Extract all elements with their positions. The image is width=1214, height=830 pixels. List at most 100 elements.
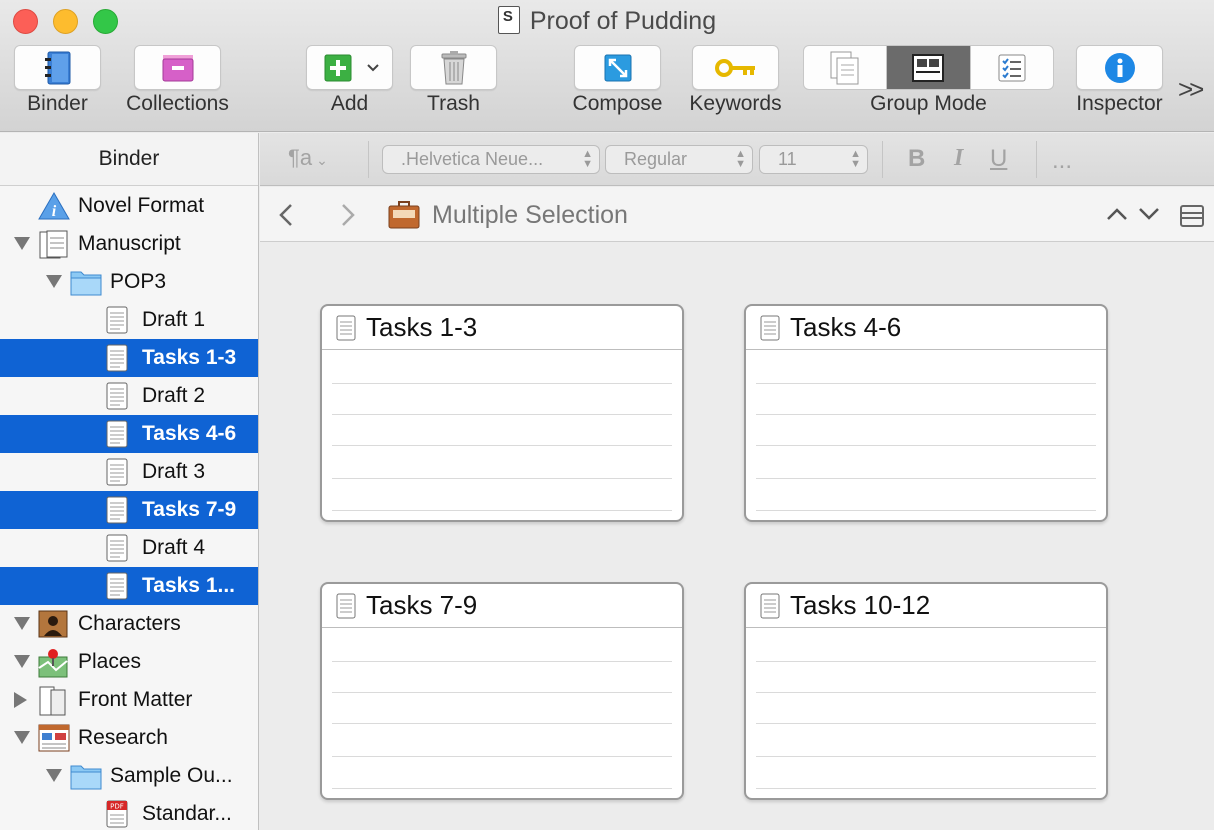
keywords-toolbar-button[interactable] [692,45,779,90]
bold-button[interactable]: B [908,145,925,173]
document-icon [336,593,356,619]
corkboard-mode-button[interactable] [887,46,971,89]
chevron-down-icon[interactable] [1138,207,1160,221]
binder-item[interactable]: Manuscript [0,225,258,263]
scrivener-document-icon [497,6,520,34]
binder-item[interactable]: Research [0,719,258,757]
updown-arrows-icon: ▲ ▼ [850,148,861,170]
binder-item[interactable]: Front Matter [0,681,258,719]
format-bar: ¶a ⌄ .Helvetica Neue... ▲ ▼ Regular ▲ ▼ 11 … [260,133,1214,186]
disclosure-triangle-expanded-icon[interactable] [14,237,30,250]
card-rule [756,661,1096,662]
binder-item-label: Manuscript [78,232,181,255]
collections-toolbar-label: Collections [126,92,229,115]
card-rule [756,478,1096,479]
folder-icon [70,268,102,296]
card-rule [756,788,1096,789]
index-card-title[interactable]: Tasks 10-12 [746,584,1106,628]
card-rule [756,445,1096,446]
index-card-title[interactable]: Tasks 7-9 [322,584,682,628]
document-icon [106,458,134,486]
italic-button[interactable]: I [954,145,963,172]
outliner-mode-button[interactable] [971,46,1053,89]
binder-item[interactable]: Draft 4 [0,529,258,567]
card-title-text: Tasks 4-6 [790,312,902,342]
card-rule [332,478,672,479]
window-title: Proof of Pudding [0,6,1214,36]
index-card[interactable]: Tasks 4-6 [744,304,1108,522]
paragraph-style-button[interactable]: ¶a ⌄ [288,145,328,171]
binder-item-label: Sample Ou... [110,764,233,787]
binder-item-label: Tasks 7-9 [142,498,237,521]
collections-toolbar-button[interactable] [134,45,221,90]
binder-item-label: Draft 1 [142,308,206,331]
binder-item-label: Draft 2 [142,384,206,407]
inspector-toolbar-button[interactable] [1076,45,1163,90]
disclosure-triangle-expanded-icon[interactable] [14,731,30,744]
research-icon [38,724,70,752]
index-card-title[interactable]: Tasks 4-6 [746,306,1106,350]
disclosure-triangle-collapsed-icon[interactable] [14,692,27,708]
index-card[interactable]: Tasks 1-3 [320,304,684,522]
binder-item[interactable]: POP3 [0,263,258,301]
binder-item[interactable]: Tasks 4-6 [0,415,258,453]
binder-item[interactable]: Tasks 1-3 [0,339,258,377]
index-card[interactable]: Tasks 7-9 [320,582,684,800]
document-icon [336,315,356,341]
font-style-select[interactable]: Regular ▲ ▼ [605,145,753,174]
split-editor-icon[interactable] [1180,205,1204,227]
window-toolbar: Proof of Pudding Binder Collections Add [0,0,1214,132]
inspector-toolbar-label: Inspector [1076,92,1163,115]
disclosure-triangle-expanded-icon[interactable] [14,655,30,668]
toolbar-overflow-chevron-icon[interactable]: >> [1178,74,1204,105]
card-rule [756,756,1096,757]
back-arrow-icon[interactable] [278,203,294,227]
card-rule [332,445,672,446]
add-toolbar-button[interactable] [306,45,393,90]
index-card-title[interactable]: Tasks 1-3 [322,306,682,350]
card-title-text: Tasks 7-9 [366,590,478,620]
manuscript-icon [38,230,68,259]
disclosure-triangle-expanded-icon[interactable] [46,275,62,288]
binder-item[interactable]: Characters [0,605,258,643]
divider [882,141,883,178]
scrivenings-mode-button[interactable] [804,46,888,89]
binder-item[interactable]: PDF Standar... [0,795,258,830]
trash-icon [441,50,466,84]
binder-item-label: Research [78,726,168,749]
card-rule [332,788,672,789]
trash-toolbar-label: Trash [427,92,480,115]
binder-item[interactable]: Sample Ou... [0,757,258,795]
card-rule [332,661,672,662]
disclosure-triangle-expanded-icon[interactable] [46,769,62,782]
card-rule [332,414,672,415]
document-icon [106,382,134,410]
underline-button[interactable]: U [990,145,1007,173]
compose-toolbar-button[interactable] [574,45,661,90]
binder-item-label: Draft 3 [142,460,206,483]
binder-item[interactable]: Draft 2 [0,377,258,415]
card-rule [332,383,672,384]
key-icon [714,58,755,77]
font-family-select[interactable]: .Helvetica Neue... ▲ ▼ [382,145,600,174]
binder-toolbar-button[interactable] [14,45,101,90]
binder-item[interactable]: Tasks 7-9 [0,491,258,529]
binder-item[interactable]: Draft 1 [0,301,258,339]
font-size-select[interactable]: 11 ▲ ▼ [759,145,868,174]
disclosure-triangle-expanded-icon[interactable] [14,617,30,630]
index-card[interactable]: Tasks 10-12 [744,582,1108,800]
chevron-up-icon[interactable] [1106,207,1128,221]
binder-item[interactable]: Places [0,643,258,681]
binder-header: Binder [0,133,258,186]
binder-item[interactable]: Draft 3 [0,453,258,491]
chevron-down-icon [367,63,379,71]
binder-item-label: Characters [78,612,181,635]
inspector-info-icon [1104,52,1135,83]
binder-item-label: Novel Format [78,194,205,217]
binder-item-label: Tasks 4-6 [142,422,237,445]
binder-item[interactable]: i Novel Format [0,187,258,225]
more-format-options-button[interactable]: ... [1052,147,1072,175]
binder-item[interactable]: Tasks 1... [0,567,258,605]
trash-toolbar-button[interactable] [410,45,497,90]
forward-arrow-icon[interactable] [340,203,356,227]
